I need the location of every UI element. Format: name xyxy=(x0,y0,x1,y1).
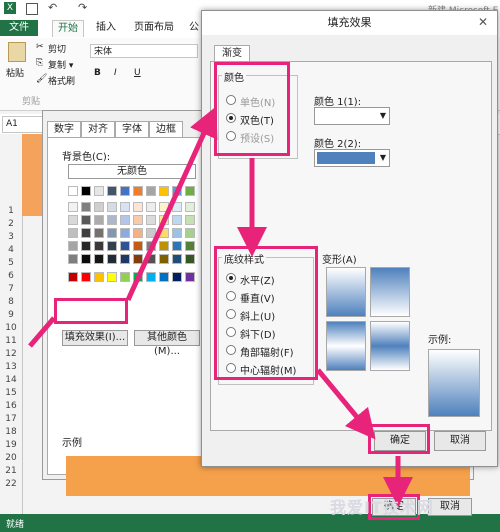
instruction-arrows xyxy=(28,0,413,507)
watermark: 我爱IT技术网 xyxy=(330,498,434,517)
arrow-fill-effects-to-colors xyxy=(28,120,210,348)
arrow-shading-to-ok xyxy=(316,368,376,440)
